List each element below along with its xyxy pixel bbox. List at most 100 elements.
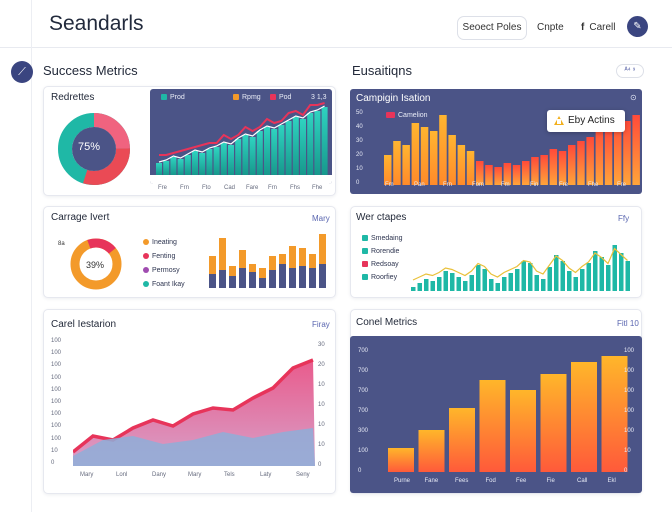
bar	[170, 157, 177, 175]
bar-segment-orange	[289, 246, 296, 268]
bar-segment-dark	[249, 272, 256, 288]
y-tick: 10	[318, 402, 325, 408]
card-2-info-icon[interactable]: ⊙	[630, 93, 637, 102]
bar	[411, 123, 420, 185]
bar-segment-dark	[269, 270, 276, 288]
y-tick: 100	[51, 386, 62, 393]
warning-icon	[554, 116, 564, 125]
y-tick: 100	[624, 368, 635, 374]
actions-badge[interactable]: Eby Actins	[547, 110, 625, 132]
bar	[213, 147, 220, 175]
x-tick: Frn	[443, 182, 452, 188]
bar	[541, 279, 546, 291]
y-tick: 700	[358, 368, 369, 374]
bar	[256, 131, 263, 175]
section-options-pill[interactable]: ᴬ⁴ ⁹	[616, 64, 644, 78]
card-3-link[interactable]: Mary	[312, 214, 330, 223]
header-link-1[interactable]: Cnpte	[537, 22, 564, 33]
bar-segment-orange	[299, 248, 306, 266]
x-tick: Fhe	[312, 185, 323, 191]
bar	[577, 141, 585, 185]
card-2-legend: Camelion	[386, 112, 428, 119]
bar	[321, 107, 328, 175]
legend-swatch	[362, 235, 368, 241]
y-tick: 100	[51, 423, 62, 430]
y-tick: 30	[318, 342, 325, 348]
x-tick: Cad	[224, 185, 236, 191]
y-tick: 100	[624, 348, 635, 354]
bar	[495, 283, 500, 291]
card-5-link[interactable]: Firay	[312, 320, 330, 329]
card-1-legend-3-label: Pod	[279, 94, 292, 101]
y-tick: 10	[51, 447, 58, 454]
card-1-legend-1: Prod	[161, 94, 185, 101]
card-1-donut-label: 75%	[78, 141, 101, 153]
bar-segment-orange	[249, 264, 256, 272]
card-3-title: Carrage Ivert	[51, 212, 110, 223]
y-tick: 100	[51, 362, 62, 369]
bar	[439, 115, 447, 185]
card-4-link[interactable]: Ffy	[618, 214, 629, 223]
bar	[595, 125, 604, 185]
y-tick: 0	[51, 460, 55, 466]
x-tick: Mary	[188, 472, 202, 478]
legend-label: Smedaing	[371, 235, 403, 242]
y-tick: 300	[358, 428, 369, 434]
x-tick: Pan	[414, 182, 425, 188]
legend-swatch	[143, 239, 149, 245]
chart-line-icon[interactable]: ⟋	[11, 61, 33, 83]
legend-label: Permosy	[152, 267, 180, 274]
bar	[463, 281, 468, 291]
bar	[388, 448, 414, 472]
bar	[573, 277, 578, 291]
bar	[220, 143, 227, 175]
legend-swatch	[362, 274, 368, 280]
x-tick: Ekl	[607, 478, 616, 484]
bar-segment-orange	[259, 268, 266, 278]
x-tick: Laty	[260, 472, 272, 478]
y-tick: 0	[318, 462, 322, 468]
bar	[384, 155, 392, 185]
card-6-link[interactable]: Fitl 10	[617, 319, 639, 328]
bar-segment-dark	[289, 268, 296, 288]
bar	[571, 362, 597, 472]
bar	[199, 153, 206, 175]
x-tick: Frn	[180, 185, 189, 191]
bar	[531, 157, 539, 185]
legend-item: Permosy	[143, 267, 180, 274]
legend-item: Rorendie	[362, 248, 399, 255]
y-tick: 100	[51, 338, 62, 344]
header-link-2-label: Carell	[589, 22, 616, 33]
card-5-area-chart	[73, 358, 315, 466]
legend-item: Smedaing	[362, 235, 403, 242]
header-link-2[interactable]: f Carell	[581, 22, 615, 33]
bar-segment-orange	[239, 250, 246, 268]
user-icon[interactable]: ✎	[627, 16, 648, 37]
bar	[599, 257, 604, 291]
card-4-title: Wer ctapes	[356, 212, 407, 223]
x-tick: Fare	[246, 185, 259, 191]
y-tick: 10	[318, 382, 325, 388]
y-tick: 30	[356, 138, 363, 144]
y-tick: 0	[624, 468, 628, 474]
bar	[604, 129, 613, 185]
bar	[606, 265, 611, 291]
x-tick: Dany	[152, 472, 167, 478]
bar	[450, 273, 455, 291]
y-tick: 700	[358, 348, 369, 354]
card-2-legend-label: Camelion	[398, 112, 428, 119]
y-tick: 100	[51, 350, 62, 357]
bar	[567, 271, 572, 291]
legend-item: Foant Ikay	[143, 281, 185, 288]
y-tick: 700	[358, 408, 369, 414]
bar	[593, 251, 598, 291]
bar	[163, 161, 170, 175]
bar	[521, 261, 526, 291]
legend-swatch	[143, 267, 149, 273]
x-tick: Fom	[472, 182, 484, 188]
bar	[449, 408, 475, 472]
bar	[540, 374, 567, 472]
legend-swatch	[143, 253, 149, 259]
select-button[interactable]: Seoect Poles	[457, 16, 527, 40]
bar	[476, 265, 481, 291]
